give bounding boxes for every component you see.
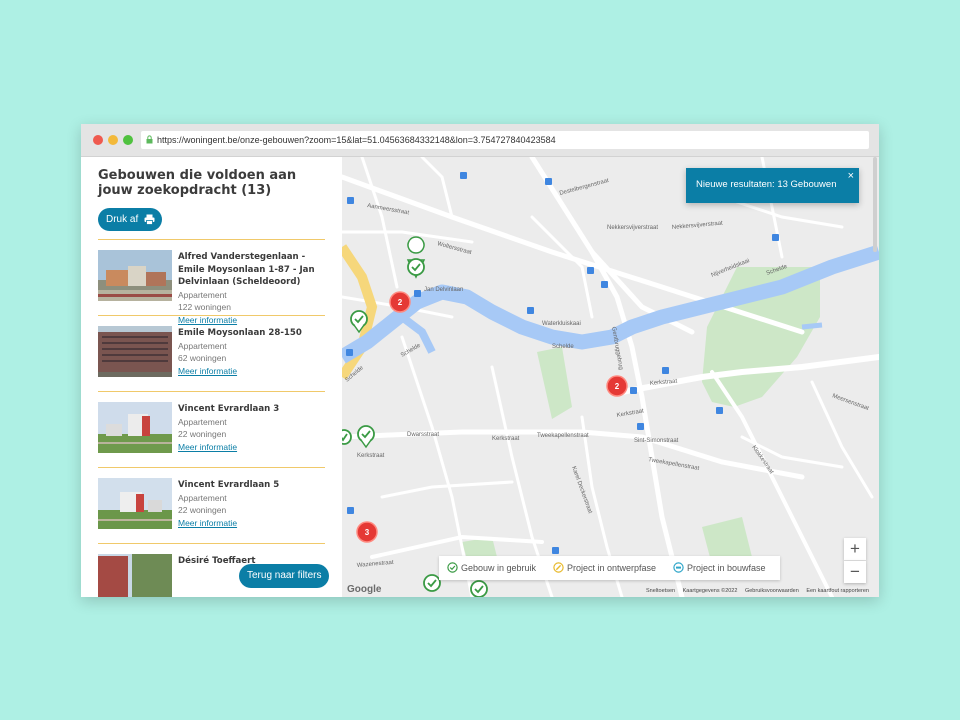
- street-label: Nekkersvijverstraat: [607, 225, 658, 231]
- item-title: Vincent Evrardlaan 3: [178, 404, 280, 414]
- building-photo: [98, 478, 172, 529]
- map-canvas[interactable]: Jan Delvinlaan Schelde Schelde Schelde S…: [342, 157, 879, 597]
- item-type: Appartement: [178, 289, 227, 300]
- zoom-in-button[interactable]: +: [844, 538, 866, 560]
- cluster-marker[interactable]: 2: [389, 291, 411, 313]
- more-info-link[interactable]: Meer informatie: [178, 441, 328, 454]
- cluster-count: 2: [398, 298, 403, 307]
- results-sidebar: Gebouwen die voldoen aan jouw zoekopdrac…: [81, 157, 342, 597]
- building-photo: [98, 326, 172, 377]
- building-photo: [98, 554, 172, 597]
- page-scrollbar[interactable]: [873, 157, 877, 252]
- printer-icon: [144, 214, 155, 225]
- results-list: Alfred Vanderstegenlaan - Emile Moysonla…: [98, 239, 325, 597]
- street-label: Sint-Simonstraat: [634, 438, 679, 444]
- toast-message: Nieuwe resultaten: 13 Gebouwen: [696, 179, 837, 190]
- map-attribution: Sneltoetsen Kaartgegevens ©2022 Gebruiks…: [640, 588, 869, 594]
- address-bar[interactable]: https://woningent.be/onze-gebouwen?zoom=…: [141, 131, 869, 149]
- map-data-text: Kaartgegevens ©2022: [682, 588, 738, 594]
- browser-titlebar: https://woningent.be/onze-gebouwen?zoom=…: [81, 124, 879, 157]
- pencil-circle-icon: [553, 562, 564, 573]
- list-item[interactable]: Emile Moysonlaan 28-150 Appartement 62 w…: [98, 315, 325, 391]
- check-circle-icon: [447, 562, 458, 573]
- new-results-toast: Nieuwe resultaten: 13 Gebouwen ×: [686, 168, 859, 203]
- minimize-window-button[interactable]: [108, 135, 118, 145]
- item-title: Emile Moysonlaan 28-150: [178, 328, 302, 338]
- report-link[interactable]: Een kaartfout rapporteren: [806, 588, 869, 594]
- close-window-button[interactable]: [93, 135, 103, 145]
- print-button[interactable]: Druk af: [98, 208, 163, 231]
- more-info-link[interactable]: Meer informatie: [178, 517, 328, 530]
- close-icon[interactable]: ×: [848, 171, 854, 182]
- back-to-filters-button[interactable]: Terug naar filters: [239, 564, 330, 588]
- legend-construction: Project in bouwfase: [671, 556, 766, 580]
- cluster-marker[interactable]: 3: [356, 521, 378, 543]
- cluster-count: 2: [615, 382, 620, 391]
- building-photo: [98, 402, 172, 453]
- google-logo: Google: [347, 584, 382, 595]
- map-legend: Gebouw in gebruik Project in ontwerpfase…: [439, 556, 780, 580]
- item-title: Alfred Vanderstegenlaan - Emile Moysonla…: [178, 252, 315, 287]
- list-item[interactable]: Alfred Vanderstegenlaan - Emile Moysonla…: [98, 239, 325, 325]
- print-button-label: Druk af: [106, 214, 139, 225]
- item-type: Appartement: [178, 492, 227, 503]
- item-title: Vincent Evrardlaan 5: [178, 480, 280, 490]
- street-label: Tweekapellenstraat: [537, 433, 589, 439]
- item-units: 22 woningen: [178, 505, 227, 515]
- item-type: Appartement: [178, 416, 227, 427]
- list-item[interactable]: Vincent Evrardlaan 3 Appartement 22 woni…: [98, 391, 325, 467]
- street-label: Dwarsstraat: [407, 432, 439, 438]
- item-units: 122 woningen: [178, 302, 231, 312]
- cluster-count: 3: [365, 528, 370, 537]
- street-label: Jan Delvinlaan: [424, 287, 463, 293]
- shortcuts-link[interactable]: Sneltoetsen: [646, 588, 675, 594]
- list-item[interactable]: Vincent Evrardlaan 5 Appartement 22 woni…: [98, 467, 325, 543]
- url-text: https://woningent.be/onze-gebouwen?zoom=…: [157, 135, 556, 145]
- maximize-window-button[interactable]: [123, 135, 133, 145]
- zoom-out-button[interactable]: −: [844, 561, 866, 583]
- terms-link[interactable]: Gebruiksvoorwaarden: [745, 588, 799, 594]
- building-in-use-marker[interactable]: [342, 429, 352, 445]
- more-info-link[interactable]: Meer informatie: [178, 365, 328, 378]
- legend-label: Project in bouwfase: [687, 563, 766, 573]
- results-heading: Gebouwen die voldoen aan jouw zoekopdrac…: [98, 168, 297, 198]
- zoom-controls: + −: [844, 538, 866, 583]
- map-view[interactable]: Jan Delvinlaan Schelde Schelde Schelde S…: [342, 157, 879, 597]
- item-type: Appartement: [178, 340, 227, 351]
- street-label: Waterkluiskaai: [542, 321, 581, 327]
- street-label: Kerkstraat: [492, 436, 520, 442]
- building-in-use-marker[interactable]: [470, 580, 488, 597]
- cluster-marker[interactable]: 2: [606, 375, 628, 397]
- legend-label: Project in ontwerpfase: [567, 563, 657, 573]
- building-photo: [98, 250, 172, 301]
- building-in-use-marker[interactable]: [423, 574, 441, 592]
- legend-in-use: Gebouw in gebruik: [445, 556, 536, 580]
- item-units: 62 woningen: [178, 353, 227, 363]
- item-units: 22 woningen: [178, 429, 227, 439]
- browser-window: https://woningent.be/onze-gebouwen?zoom=…: [81, 124, 879, 597]
- street-label: Kerkstraat: [357, 453, 385, 459]
- legend-label: Gebouw in gebruik: [461, 563, 537, 573]
- street-label: Schelde: [552, 344, 574, 350]
- lock-icon: [146, 135, 153, 144]
- crane-circle-icon: [673, 562, 684, 573]
- legend-design: Project in ontwerpfase: [551, 556, 656, 580]
